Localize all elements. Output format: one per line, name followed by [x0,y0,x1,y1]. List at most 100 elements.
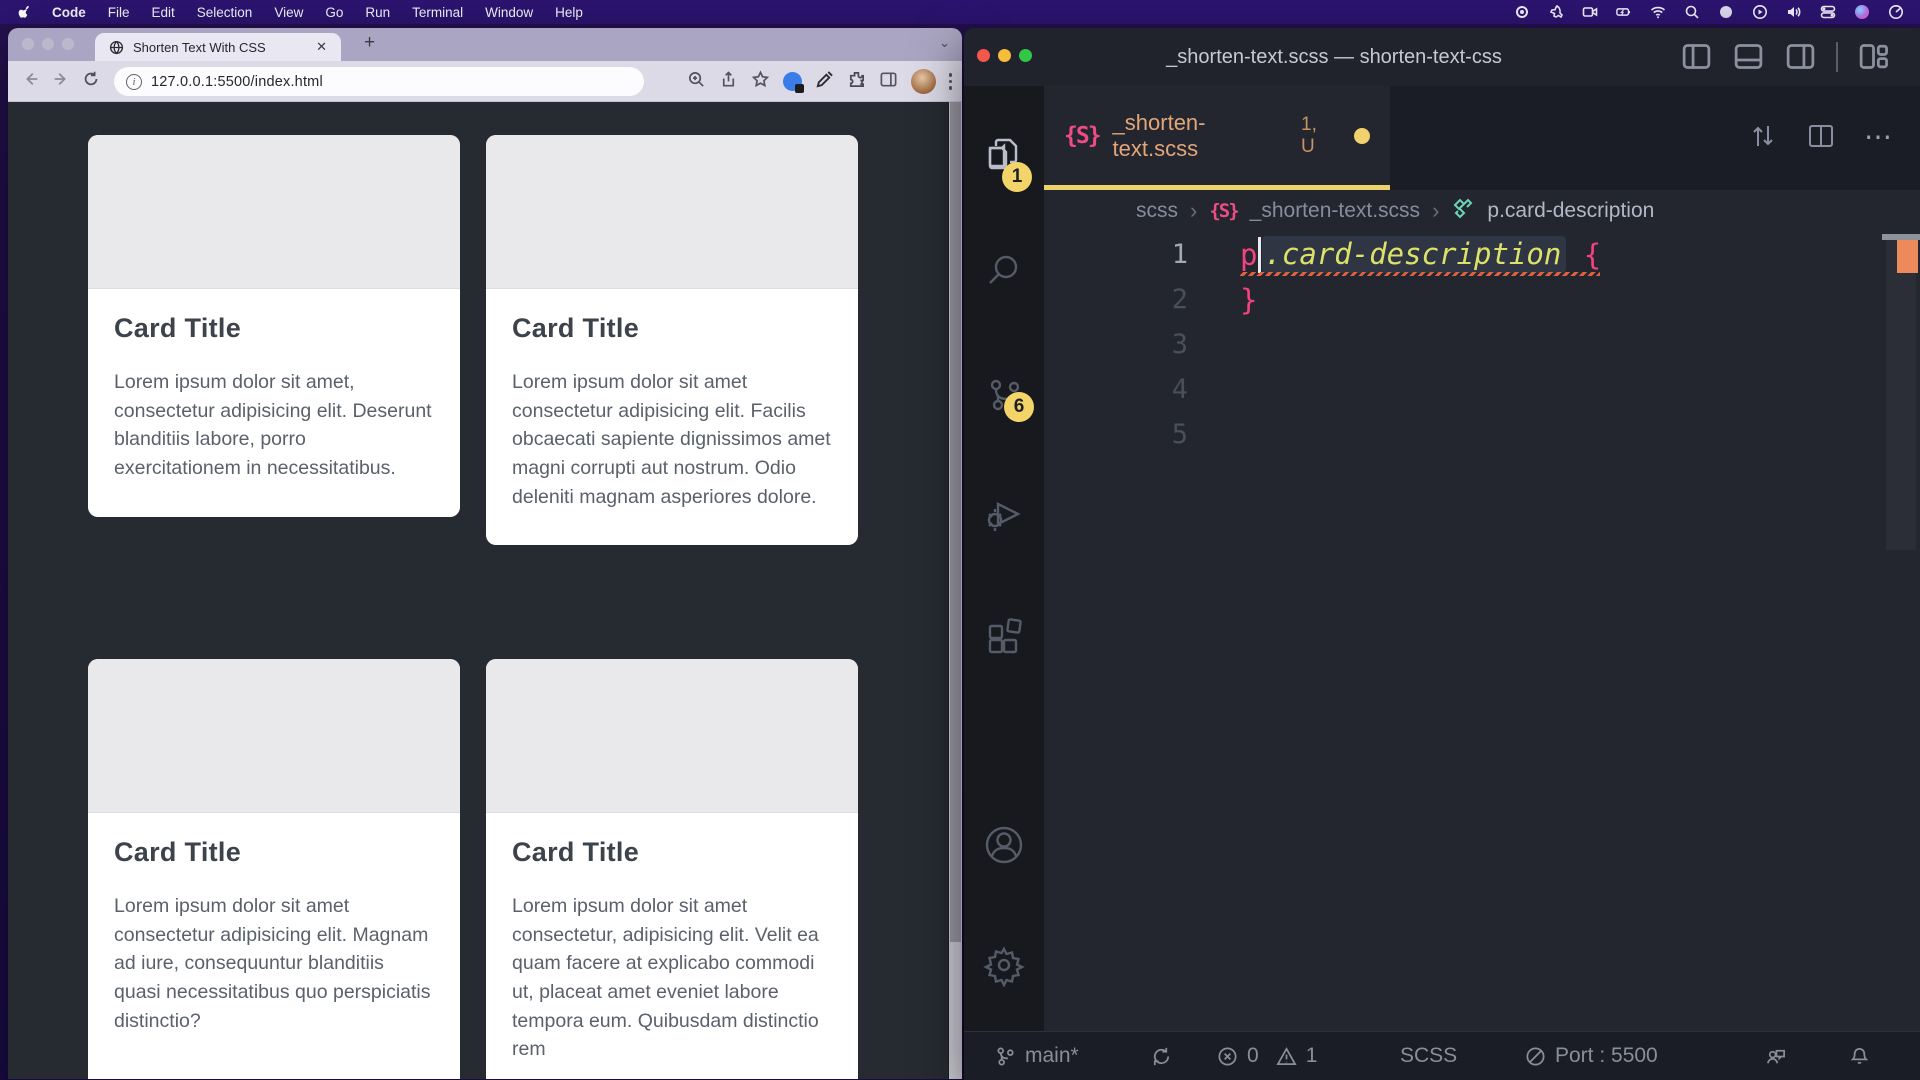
language-mode[interactable]: SCSS [1400,1032,1457,1080]
split-editor-icon[interactable] [1806,121,1836,151]
overview-ruler[interactable] [1882,232,1920,632]
code-line-2[interactable]: 2 } [1044,277,1920,322]
bookmark-star-icon[interactable] [751,70,770,94]
clock-icon[interactable] [1887,4,1904,21]
menu-help[interactable]: Help [544,5,594,20]
vscode-traffic-lights[interactable] [977,49,1032,62]
branch-indicator[interactable]: main* [994,1032,1079,1080]
presence-icon[interactable] [1717,4,1734,21]
macos-menu-bar: Code File Edit Selection View Go Run Ter… [0,0,1920,24]
code-area[interactable]: 1 p.card-description { 2 } 3 4 5 [1044,232,1920,1031]
problems-indicator[interactable]: 0 1 [1216,1032,1317,1080]
tab-overflow-chevron-icon[interactable]: ⌄ [939,35,950,51]
camera-icon[interactable] [1581,4,1598,21]
zoom-window-button[interactable] [62,38,74,50]
window-title: _shorten-text.scss — shorten-text-css [1166,46,1502,69]
notifications-button[interactable] [1848,1032,1871,1080]
menu-edit[interactable]: Edit [141,5,186,20]
sync-button[interactable] [1150,1032,1173,1080]
feedback-icon [1764,1045,1787,1068]
warning-marker [1897,240,1918,273]
browser-tab[interactable]: Shorten Text With CSS ✕ [95,33,341,61]
extension-eyedropper-icon[interactable] [815,70,834,94]
card-3-image-placeholder [88,659,460,813]
url-text[interactable]: 127.0.0.1:5500/index.html [151,74,323,90]
search-icon[interactable] [1683,4,1700,21]
run-debug-icon[interactable] [982,490,1026,534]
side-panel-icon[interactable] [879,70,898,94]
zoom-page-icon[interactable] [687,70,706,94]
toggle-secondary-sidebar-icon[interactable] [1784,40,1817,73]
play-icon[interactable] [1751,4,1768,21]
breadcrumb-folder[interactable]: scss [1136,199,1178,223]
line-number: 5 [1044,419,1188,450]
wifi-icon[interactable] [1649,4,1666,21]
reload-button[interactable] [76,70,106,93]
live-server-port[interactable]: Port : 5500 [1524,1032,1658,1080]
minimize-window-button[interactable] [42,38,54,50]
rocket-icon[interactable] [1547,4,1564,21]
close-window-button[interactable] [22,38,34,50]
menu-view[interactable]: View [263,5,314,20]
record-icon[interactable] [1513,4,1530,21]
accounts-icon[interactable] [982,823,1026,867]
browser-window: Shorten Text With CSS ✕ + ⌄ i 127.0.0.1:… [8,28,962,1080]
toggle-panel-icon[interactable] [1732,40,1765,73]
feedback-button[interactable] [1764,1032,1787,1080]
address-bar[interactable]: i 127.0.0.1:5500/index.html [114,67,644,96]
browser-scrollbar[interactable] [948,102,962,1079]
extension-colorzilla-icon[interactable] [783,72,802,91]
menu-selection[interactable]: Selection [186,5,264,20]
text-cursor [1258,237,1261,273]
zoom-window-button[interactable] [1019,49,1032,62]
breadcrumb-symbol[interactable]: p.card-description [1487,199,1654,223]
vscode-title-bar[interactable]: _shorten-text.scss — shorten-text-css [964,28,1920,86]
toggle-primary-sidebar-icon[interactable] [1680,40,1713,73]
menu-terminal[interactable]: Terminal [401,5,474,20]
volume-icon[interactable] [1785,4,1802,21]
code-line-4[interactable]: 4 [1044,367,1920,412]
editor-more-actions-icon[interactable]: ⋯ [1864,120,1894,153]
menu-app-name[interactable]: Code [41,5,97,20]
open-changes-icon[interactable] [1748,121,1778,151]
scss-file-icon: {S} [1209,200,1237,222]
extensions-icon[interactable] [982,612,1026,656]
editor-tab[interactable]: {S} _shorten-text.scss 1, U [1044,86,1390,190]
menu-file[interactable]: File [97,5,141,20]
vscode-window: _shorten-text.scss — shorten-text-css 1 … [964,28,1920,1080]
code-line-1[interactable]: 1 p.card-description { [1044,232,1920,277]
breadcrumb-separator-icon: › [1190,198,1197,224]
apple-icon[interactable] [18,5,33,20]
control-center-icon[interactable] [1819,4,1836,21]
menu-window[interactable]: Window [474,5,544,20]
breadcrumb-file[interactable]: _shorten-text.scss [1250,199,1420,223]
code-line-3[interactable]: 3 [1044,322,1920,367]
card-2-title: Card Title [512,313,832,344]
code-line-5[interactable]: 5 [1044,412,1920,457]
profile-avatar[interactable] [911,69,936,94]
back-button[interactable] [16,70,46,93]
browser-scrollbar-thumb[interactable] [950,102,961,942]
customize-layout-icon[interactable] [1857,40,1890,73]
editor-scrollbar[interactable] [1886,240,1916,550]
minimize-window-button[interactable] [998,49,1011,62]
site-info-icon[interactable]: i [126,74,142,90]
code-open-brace: { [1584,238,1601,272]
menu-run[interactable]: Run [354,5,401,20]
share-icon[interactable] [719,70,738,94]
battery-icon[interactable] [1615,4,1632,21]
editor-tab-filename: _shorten-text.scss [1113,110,1288,162]
tab-close-icon[interactable]: ✕ [312,39,331,55]
menu-go[interactable]: Go [314,5,354,20]
settings-gear-icon[interactable] [982,943,1026,987]
extensions-puzzle-icon[interactable] [847,70,866,94]
browser-menu-icon[interactable] [949,73,953,90]
close-window-button[interactable] [977,49,990,62]
new-tab-button[interactable]: + [364,32,375,54]
siri-icon[interactable] [1853,4,1870,21]
search-icon[interactable] [982,248,1026,292]
browser-traffic-lights[interactable] [22,38,74,50]
card-2-text: Lorem ipsum dolor sit amet consectetur a… [512,368,832,511]
forward-button[interactable] [46,70,76,93]
unsaved-dot-icon[interactable] [1354,128,1370,144]
